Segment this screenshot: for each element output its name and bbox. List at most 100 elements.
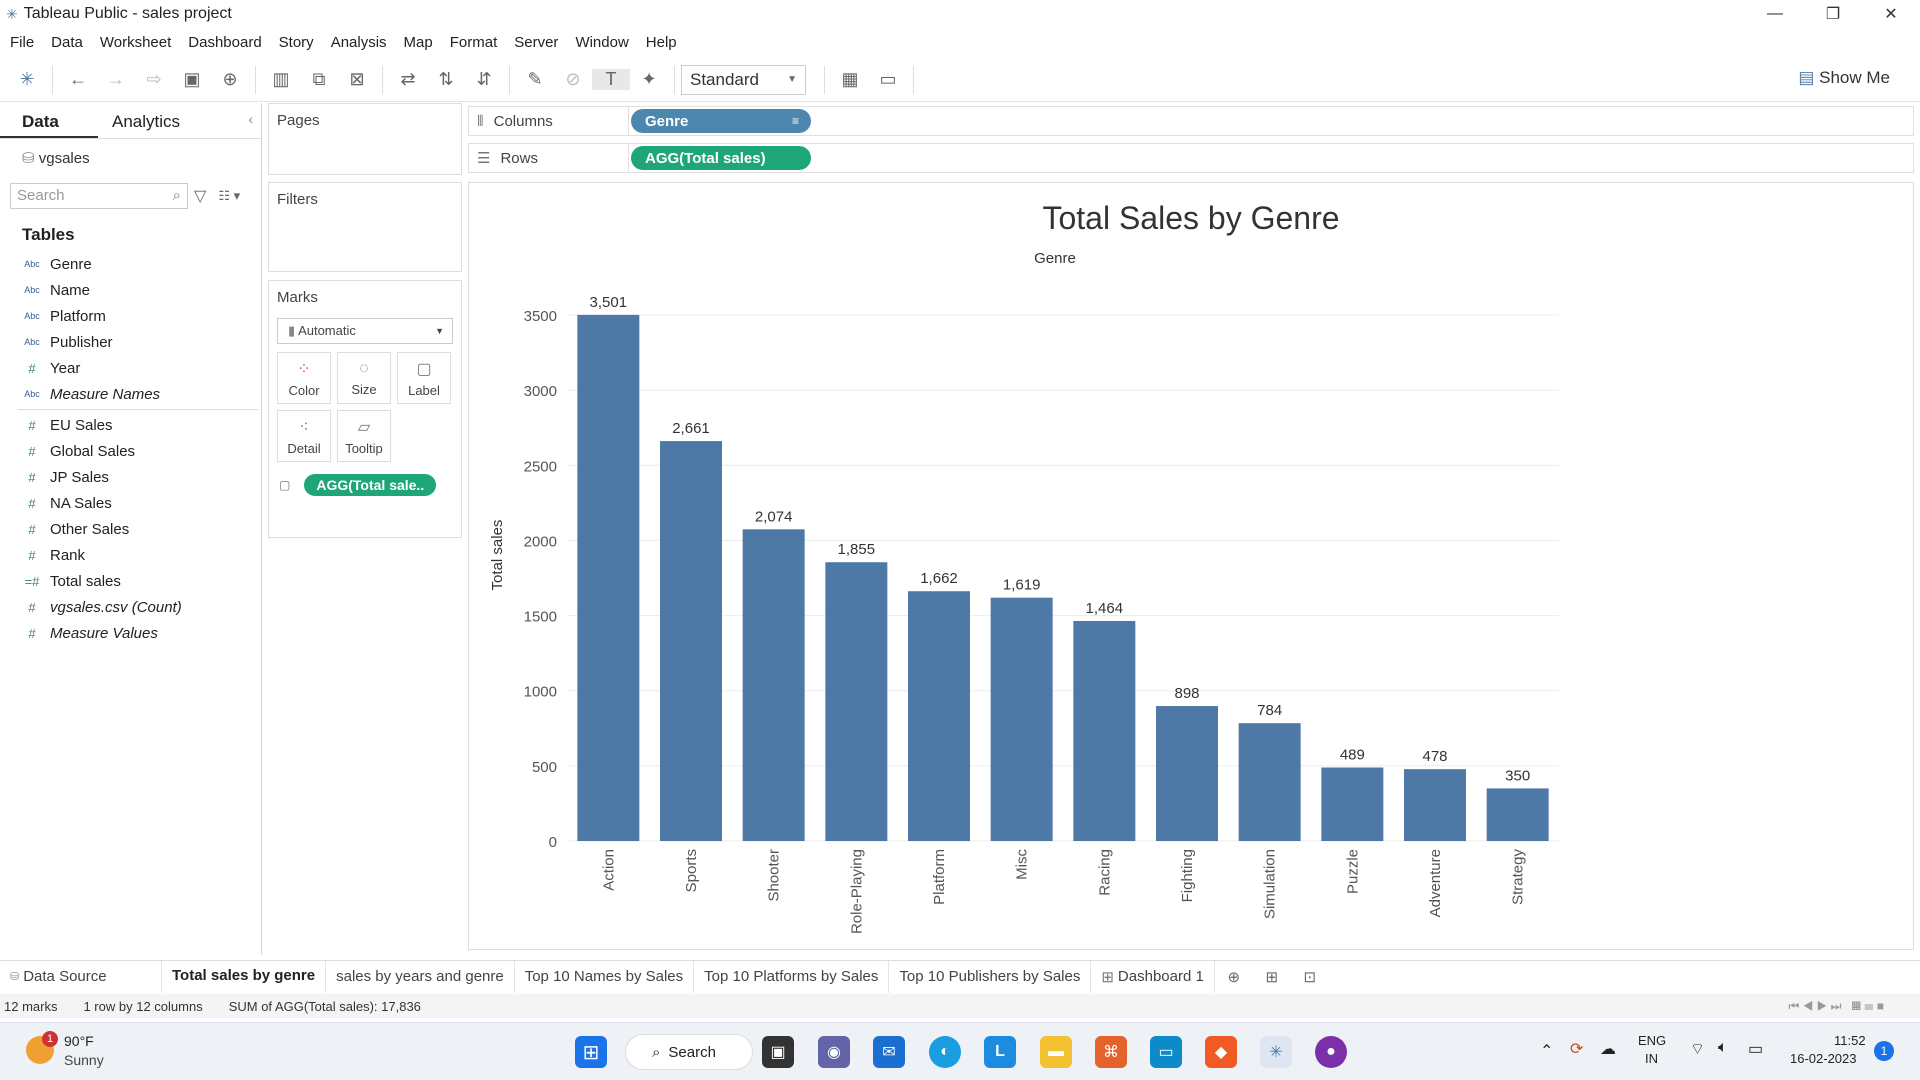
- close-button[interactable]: ✕: [1862, 0, 1920, 28]
- field-platform[interactable]: Abc Platform: [0, 303, 261, 329]
- search-input[interactable]: Search ⌕: [10, 183, 188, 209]
- lang-top[interactable]: ENG: [1638, 1033, 1666, 1048]
- filter-icon[interactable]: ▽: [194, 186, 206, 206]
- field-eu-sales[interactable]: # EU Sales: [0, 412, 261, 438]
- marks-field-pill[interactable]: AGG(Total sale..: [304, 474, 437, 496]
- rows-shelf[interactable]: ☰ Rows AGG(Total sales): [468, 143, 1914, 173]
- field-jp-sales[interactable]: # JP Sales: [0, 464, 261, 490]
- presentation-mode-icon[interactable]: ▭: [869, 69, 907, 90]
- new-worksheet-icon[interactable]: ▥: [262, 69, 300, 90]
- clear-sheet-icon[interactable]: ⊠: [338, 69, 376, 90]
- wifi-icon[interactable]: ⌔: [1690, 1039, 1705, 1059]
- field-total-sales[interactable]: =# Total sales: [0, 568, 261, 594]
- sort-ascending-icon[interactable]: ⇅: [427, 69, 465, 90]
- onedrive-icon[interactable]: ☁: [1600, 1039, 1616, 1059]
- remote-desktop-icon[interactable]: ▭: [1150, 1036, 1182, 1068]
- sync-icon[interactable]: ⟳: [1570, 1039, 1583, 1059]
- tab-dashboard-1[interactable]: ⊞ Dashboard 1: [1091, 960, 1215, 993]
- clock-date[interactable]: 16-02-2023: [1790, 1051, 1857, 1066]
- show-me-button[interactable]: ▤ Show Me: [1798, 68, 1890, 88]
- field-publisher[interactable]: Abc Publisher: [0, 329, 261, 355]
- clock-time[interactable]: 11:52: [1834, 1033, 1866, 1048]
- tab-top-10-names[interactable]: Top 10 Names by Sales: [515, 960, 695, 993]
- color-button[interactable]: ⁘ Color: [277, 352, 331, 404]
- menu-story[interactable]: Story: [279, 34, 314, 51]
- battery-icon[interactable]: ▭: [1748, 1039, 1763, 1059]
- undo-icon[interactable]: ←: [59, 69, 97, 90]
- mail-icon[interactable]: ✉: [873, 1036, 905, 1068]
- sheet-nav-icon[interactable]: ⏮ ◀ ▶ ⏭ ▦ ☰ ■: [1788, 999, 1884, 1014]
- show-cards-icon[interactable]: ▦: [831, 69, 869, 90]
- show-mark-labels-icon[interactable]: T: [592, 69, 630, 90]
- menu-map[interactable]: Map: [404, 34, 433, 51]
- datasource-item[interactable]: ⛁ vgsales: [22, 149, 261, 167]
- field-genre[interactable]: Abc Genre: [0, 251, 261, 277]
- maximize-button[interactable]: ❐: [1804, 0, 1862, 28]
- new-dashboard-tab-icon[interactable]: ⊞: [1253, 968, 1291, 986]
- menu-file[interactable]: File: [10, 34, 34, 51]
- duplicate-sheet-icon[interactable]: ⧉: [300, 69, 338, 90]
- tab-total-sales-by-genre[interactable]: Total sales by genre: [162, 960, 327, 993]
- menu-data[interactable]: Data: [51, 34, 83, 51]
- fit-dropdown[interactable]: Standard ▼: [681, 64, 806, 95]
- size-button[interactable]: ◌ Size: [337, 352, 391, 404]
- file-explorer-icon[interactable]: ▬: [1040, 1036, 1072, 1068]
- field-other-sales[interactable]: # Other Sales: [0, 516, 261, 542]
- redo-icon[interactable]: →: [97, 69, 135, 90]
- task-view-icon[interactable]: ▣: [762, 1036, 794, 1068]
- github-icon[interactable]: ●: [1315, 1036, 1347, 1068]
- tab-top-10-platforms[interactable]: Top 10 Platforms by Sales: [694, 960, 890, 993]
- filters-card[interactable]: Filters: [268, 182, 462, 272]
- tab-data-source[interactable]: ⛁ Data Source: [0, 960, 162, 993]
- field-global-sales[interactable]: # Global Sales: [0, 438, 261, 464]
- total-sales-pill[interactable]: AGG(Total sales): [631, 146, 811, 170]
- view-options-icon[interactable]: ☷ ▾: [218, 188, 240, 204]
- field-name[interactable]: Abc Name: [0, 277, 261, 303]
- menu-worksheet[interactable]: Worksheet: [100, 34, 171, 51]
- genre-pill[interactable]: Genre ≡: [631, 109, 811, 133]
- sort-descending-icon[interactable]: ⇵: [465, 69, 503, 90]
- tableau-home-icon[interactable]: ✳: [8, 69, 46, 90]
- field-rank[interactable]: # Rank: [0, 542, 261, 568]
- collapse-pane-icon[interactable]: ‹: [248, 111, 253, 127]
- detail-button[interactable]: ⁖ Detail: [277, 410, 331, 462]
- menu-format[interactable]: Format: [450, 34, 498, 51]
- volume-icon[interactable]: 🔈︎: [1718, 1039, 1728, 1057]
- new-story-tab-icon[interactable]: ⊡: [1291, 968, 1329, 986]
- tooltip-button[interactable]: ▱ Tooltip: [337, 410, 391, 462]
- tab-data[interactable]: Data: [0, 103, 98, 138]
- minimize-button[interactable]: —: [1746, 0, 1804, 28]
- tab-sales-by-years-and-genre[interactable]: sales by years and genre: [326, 960, 515, 993]
- menu-server[interactable]: Server: [514, 34, 558, 51]
- field-measure-values[interactable]: # Measure Values: [0, 620, 261, 646]
- tableau-taskbar-icon[interactable]: ✳: [1260, 1036, 1292, 1068]
- menu-analysis[interactable]: Analysis: [331, 34, 387, 51]
- menu-window[interactable]: Window: [575, 34, 628, 51]
- field-vgsales-csv-count-[interactable]: # vgsales.csv (Count): [0, 594, 261, 620]
- lang-bottom[interactable]: IN: [1645, 1051, 1658, 1066]
- tab-analytics[interactable]: Analytics: [98, 103, 248, 138]
- label-button[interactable]: ▢ Label: [397, 352, 451, 404]
- field-measure-names[interactable]: Abc Measure Names: [0, 381, 261, 407]
- group-icon[interactable]: ⊘: [554, 69, 592, 90]
- menu-dashboard[interactable]: Dashboard: [188, 34, 261, 51]
- mark-type-dropdown[interactable]: ▮ Automatic ▼: [277, 318, 453, 344]
- new-datasource-icon[interactable]: ⊕: [211, 69, 249, 90]
- start-icon[interactable]: ⊞: [575, 1036, 607, 1068]
- notification-badge[interactable]: 1: [1874, 1041, 1894, 1061]
- tab-top-10-publishers[interactable]: Top 10 Publishers by Sales: [889, 960, 1092, 993]
- tray-chevron-icon[interactable]: ⌃: [1540, 1041, 1553, 1061]
- field-na-sales[interactable]: # NA Sales: [0, 490, 261, 516]
- pages-card[interactable]: Pages: [268, 103, 462, 175]
- office-icon[interactable]: ⌘: [1095, 1036, 1127, 1068]
- columns-shelf[interactable]: ⦀ Columns Genre ≡: [468, 106, 1914, 136]
- swap-rows-columns-icon[interactable]: ⇄: [389, 69, 427, 90]
- taskbar-search[interactable]: ⌕ Search: [625, 1034, 753, 1070]
- teams-icon[interactable]: ◉: [818, 1036, 850, 1068]
- menu-help[interactable]: Help: [646, 34, 677, 51]
- brave-icon[interactable]: ◆: [1205, 1036, 1237, 1068]
- replay-icon[interactable]: ⇨: [135, 69, 173, 90]
- l-app-icon[interactable]: L: [984, 1036, 1016, 1068]
- highlight-icon[interactable]: ✎: [516, 69, 554, 90]
- new-worksheet-tab-icon[interactable]: ⊕: [1215, 968, 1253, 986]
